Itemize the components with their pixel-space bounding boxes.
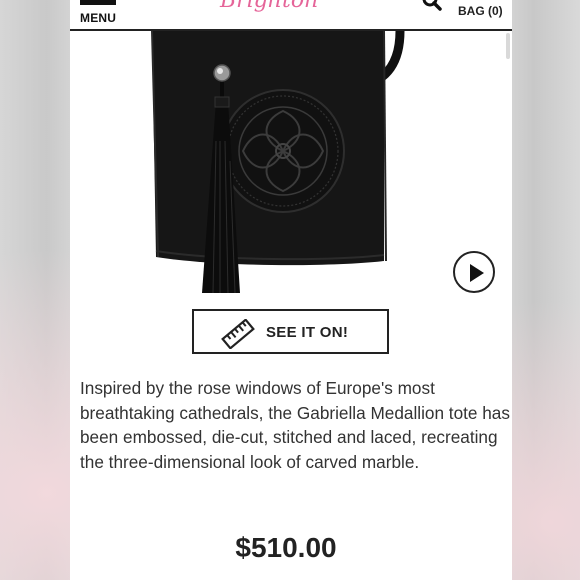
ruler-icon [221, 319, 255, 349]
see-it-on-label: SEE IT ON! [266, 324, 349, 341]
scrollbar-thumb[interactable] [506, 33, 510, 59]
see-it-on-button[interactable]: SEE IT ON! [192, 309, 389, 354]
hamburger-icon [80, 0, 116, 5]
medallion-emboss [221, 89, 345, 213]
play-icon [470, 264, 484, 282]
bag-link[interactable]: BAG (0) [458, 4, 503, 18]
brand-logo[interactable]: Brighton [220, 0, 318, 13]
menu-button[interactable]: MENU [78, 0, 122, 28]
search-icon[interactable] [421, 0, 443, 12]
product-image[interactable] [70, 31, 502, 301]
play-video-button[interactable] [453, 251, 495, 293]
phone-screen: MENU Brighton BAG (0) SEE IT ON! Inspire… [70, 0, 512, 580]
menu-label: MENU [80, 11, 117, 25]
product-price: $510.00 [235, 532, 337, 563]
product-description: Inspired by the rose windows of Europe's… [80, 378, 510, 472]
site-header: MENU Brighton BAG (0) [70, 0, 512, 31]
